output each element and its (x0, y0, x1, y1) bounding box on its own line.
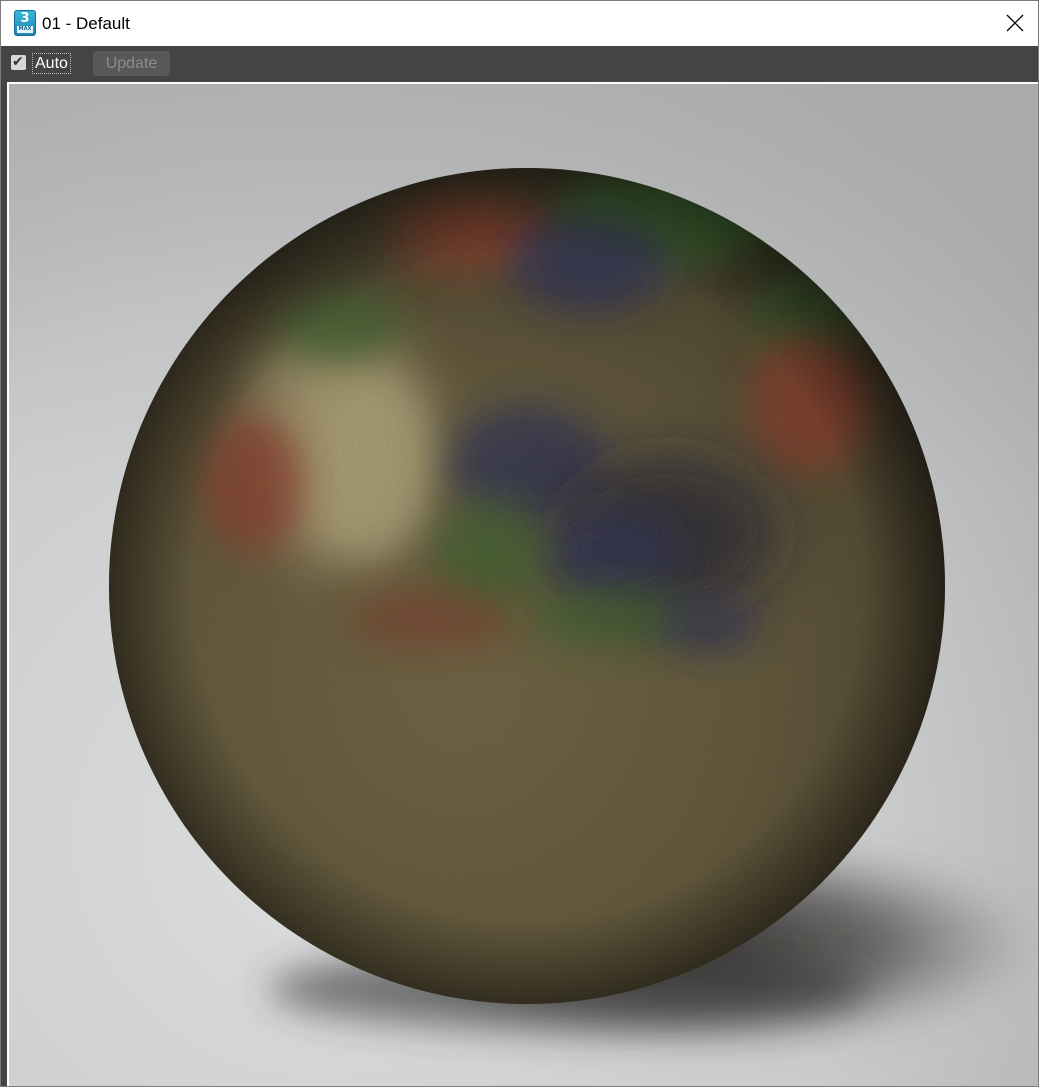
title-bar[interactable]: 3 MAX 01 - Default (1, 1, 1038, 46)
checkmark-icon: ✔ (12, 54, 24, 70)
material-preview-window: 3 MAX 01 - Default ✔ Auto Update (0, 0, 1039, 1087)
sphere-rim-shade (109, 168, 945, 1004)
app-icon-subtext: MAX (17, 26, 33, 33)
app-icon-glyph: 3 (20, 11, 30, 26)
3ds-max-icon: 3 MAX (14, 10, 36, 36)
material-sphere (109, 168, 945, 1004)
material-preview-viewport (7, 82, 1038, 1086)
close-button[interactable] (992, 1, 1038, 46)
window-title: 01 - Default (42, 14, 130, 33)
preview-frame (1, 80, 1038, 1086)
auto-checkbox[interactable]: ✔ (11, 54, 26, 70)
close-icon (1006, 14, 1024, 32)
preview-toolbar: ✔ Auto Update (1, 46, 1038, 80)
update-button[interactable]: Update (93, 51, 170, 76)
auto-checkbox-label[interactable]: Auto (32, 53, 71, 74)
preview-sphere-render (9, 84, 1038, 1086)
